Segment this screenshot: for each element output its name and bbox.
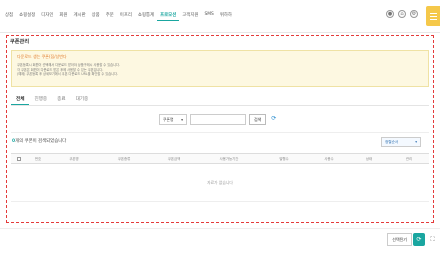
search-row: 쿠폰명 ▾ 검색 ⟳ [159,114,278,125]
select-all-checkbox[interactable] [17,156,21,161]
column-header: 사용수 [324,157,334,161]
notice-title: 다운로드 생는 쿠폰(집/상번다 [17,54,67,59]
sort-select[interactable]: 정렬순서 ▾ [381,137,421,147]
menu-item[interactable]: 상점 [2,10,16,21]
page-title: 쿠폰관리 [10,39,30,45]
empty-row: 자료가 없습니다 [11,164,429,202]
column-header: 사용가능기간 [219,157,239,161]
expand-icon[interactable]: ⛶ [427,233,438,246]
refresh-fab-icon[interactable]: ⟳ [413,233,425,246]
menu-item[interactable]: 이프리 [117,10,135,21]
home-icon[interactable]: ⌂ [398,10,406,18]
column-header: 쿠폰종류 [117,157,131,161]
status-tabs: 전체 진행중 종료 대기중 [11,93,429,106]
main-menu: 상점 쇼핑설정 디자인 회원 게시판 상품 주문 이프리 쇼핑통계 프로모션 고객지원 SMS 위하하 [2,10,235,21]
notice-line: (예제) 쿠폰등록 후 상세보기에서 쿠폰 다운로드 URL을 확인할 수 있습… [17,72,119,77]
search-input[interactable] [190,114,246,125]
nav-icons: ● ⌂ ⚙ [386,10,418,18]
divider [11,132,429,133]
result-count-text: 개의 쿠폰이 검색되었습니다 [15,139,67,144]
chevron-down-icon: ▾ [415,140,417,144]
search-type-select[interactable]: 쿠폰명 ▾ [159,114,187,125]
bottom-bar: 선택된기 ⟳ ⛶ [0,228,440,253]
menu-item[interactable]: 쇼핑통계 [135,10,157,21]
menu-item[interactable]: 쇼핑설정 [16,10,38,21]
menu-item[interactable]: 위하하 [217,10,235,21]
select-all-checkbox-cell [11,156,27,161]
menu-item[interactable]: 회원 [56,10,70,21]
tab-all[interactable]: 전체 [11,93,30,105]
tab-waiting[interactable]: 대기중 [71,93,94,105]
tab-in-progress[interactable]: 진행중 [29,93,52,105]
menu-item[interactable]: 프로모션 [157,10,180,21]
column-header: 번호 [34,157,42,161]
coupon-table: 번호 쿠폰명 쿠폰종류 쿠폰금액 사용가능기간 발행수 사용수 상태 관리 자료가 없습니다 [11,153,429,202]
selected-action-button[interactable]: 선택된기 [387,233,412,246]
search-type-value: 쿠폰명 [163,116,174,122]
user-icon[interactable]: ● [386,10,394,18]
refresh-icon[interactable]: ⟳ [269,114,278,125]
coupon-management-panel: 쿠폰관리 다운로드 생는 쿠폰(집/상번다 쿠폰등록시 회원이 선택해서 다운로… [6,35,434,223]
hamburger-menu-icon[interactable] [426,6,440,26]
top-nav: 상점 쇼핑설정 디자인 회원 게시판 상품 주문 이프리 쇼핑통계 프로모션 고객지원 SMS 위하하 … [0,0,440,33]
menu-item[interactable]: 상품 [89,10,103,21]
search-button[interactable]: 검색 [249,114,267,125]
chevron-down-icon: ▾ [181,117,183,122]
tab-ended[interactable]: 종료 [52,93,70,105]
sort-value: 정렬순서 [385,140,399,144]
menu-item[interactable]: 주문 [103,10,117,21]
menu-item[interactable]: 디자인 [38,10,56,21]
table-header: 번호 쿠폰명 쿠폰종류 쿠폰금액 사용가능기간 발행수 사용수 상태 관리 [11,153,429,164]
menu-item[interactable]: SMS [201,10,216,21]
column-header: 쿠폰금액 [167,157,181,161]
column-header: 관리 [405,157,413,161]
notice-box: 다운로드 생는 쿠폰(집/상번다 쿠폰등록시 회원이 선택해서 다운로드 받아야… [11,50,429,87]
menu-item[interactable]: 고객지원 [179,10,201,21]
menu-item[interactable]: 게시판 [70,10,88,21]
column-header: 발행수 [279,157,289,161]
settings-icon[interactable]: ⚙ [410,10,418,18]
column-header: 쿠폰명 [69,157,79,161]
column-header: 상태 [365,157,373,161]
result-count: 0개의 쿠폰이 검색되었습니다 [12,138,66,144]
